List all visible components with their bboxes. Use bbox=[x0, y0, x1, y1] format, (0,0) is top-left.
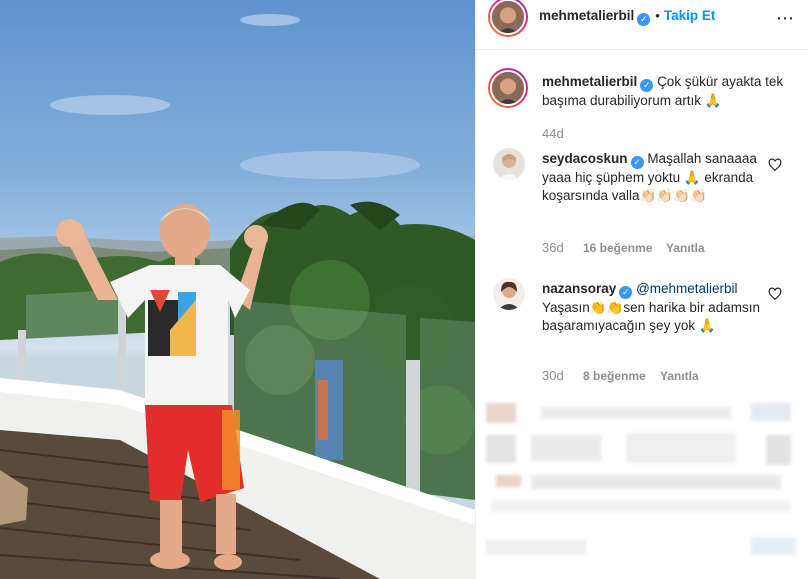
comment-timestamp[interactable]: 36d bbox=[542, 240, 564, 255]
author-username[interactable]: mehmetalierbil bbox=[539, 8, 634, 23]
verified-icon: ✓ bbox=[630, 156, 644, 169]
comment-likes[interactable]: 8 beğenme bbox=[583, 369, 646, 383]
verified-icon: ✓ bbox=[619, 286, 633, 299]
caption-avatar[interactable] bbox=[488, 68, 528, 108]
photo-illustration bbox=[0, 14, 475, 579]
like-comment-heart-icon[interactable] bbox=[768, 287, 782, 301]
comment-username[interactable]: nazansoray bbox=[542, 281, 616, 296]
caption-timestamp[interactable]: 44d bbox=[542, 126, 564, 141]
author-avatar[interactable] bbox=[488, 0, 528, 37]
comment-text: Yaşasın👏👏sen harika bir adamsın başaramı… bbox=[542, 300, 760, 333]
verified-icon: ✓ bbox=[637, 13, 651, 26]
comment-body: seydacoskun ✓ Maşallah sanaaaa yaaa hiç ş… bbox=[542, 150, 770, 205]
follow-button[interactable]: Takip Et bbox=[664, 8, 716, 23]
comment-mention-link[interactable]: @mehmetalierbil bbox=[636, 281, 738, 296]
verified-icon: ✓ bbox=[640, 79, 654, 92]
comment-avatar-seydacoskun[interactable] bbox=[493, 148, 525, 180]
comment-avatar-image bbox=[493, 148, 525, 180]
comment-likes[interactable]: 16 beğenme bbox=[583, 241, 652, 255]
comment-avatar-image bbox=[493, 278, 525, 310]
author-avatar-image bbox=[492, 1, 524, 33]
more-options-icon[interactable]: ⋯ bbox=[776, 8, 795, 29]
post-header: mehmetalierbil ✓ • Takip Et ⋯ bbox=[476, 0, 808, 50]
like-comment-heart-icon[interactable] bbox=[768, 158, 782, 172]
separator-dot: • bbox=[655, 8, 660, 23]
comment-timestamp[interactable]: 30d bbox=[542, 368, 564, 383]
caption-body: mehmetalierbil ✓ Çok şükür ayakta tek baş… bbox=[542, 73, 787, 110]
reply-button[interactable]: Yanıtla bbox=[666, 241, 705, 255]
comment-username[interactable]: seydacoskun bbox=[542, 151, 628, 166]
caption-avatar-image bbox=[492, 72, 524, 104]
comment-body: nazansoray ✓ @mehmetalierbil Yaşasın👏👏sen… bbox=[542, 280, 770, 335]
post-photo[interactable] bbox=[0, 0, 475, 579]
reply-button[interactable]: Yanıtla bbox=[660, 369, 699, 383]
obscured-content bbox=[476, 395, 808, 579]
caption-username[interactable]: mehmetalierbil bbox=[542, 74, 637, 89]
comment-avatar-nazansoray[interactable] bbox=[493, 278, 525, 310]
instagram-post-view: mehmetalierbil ✓ • Takip Et ⋯ mehmetalierbi… bbox=[0, 0, 808, 579]
post-sidebar: mehmetalierbil ✓ • Takip Et ⋯ mehmetalierbi… bbox=[475, 0, 808, 579]
header-title: mehmetalierbil ✓ • Takip Et bbox=[539, 7, 715, 26]
